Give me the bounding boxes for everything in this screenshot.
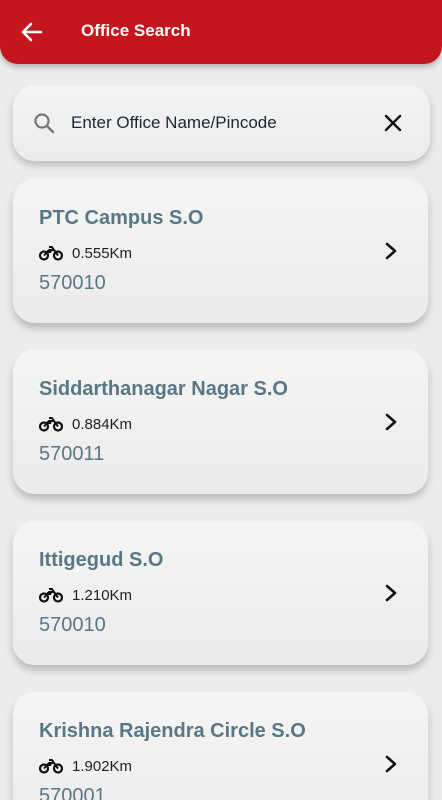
- distance-row: 0.555Km: [39, 243, 132, 263]
- motorcycle-icon: [39, 759, 63, 774]
- office-card[interactable]: PTC Campus S.O 0.555Km 570010: [13, 180, 428, 323]
- motorcycle-icon: [39, 588, 63, 603]
- office-name: Ittigegud S.O: [39, 549, 164, 571]
- clear-search-button[interactable]: [381, 111, 405, 135]
- chevron-right-icon: [385, 584, 397, 602]
- distance-row: 1.902Km: [39, 756, 132, 776]
- search-box: [13, 86, 430, 161]
- office-distance: 0.555Km: [72, 244, 133, 262]
- motorcycle-icon: [39, 246, 63, 261]
- distance-row: 0.884Km: [39, 414, 132, 434]
- close-icon: [384, 114, 402, 132]
- office-name: Krishna Rajendra Circle S.O: [39, 720, 306, 742]
- search-input[interactable]: [71, 106, 371, 140]
- chevron-right-icon: [385, 413, 397, 431]
- office-name: PTC Campus S.O: [39, 207, 204, 229]
- page-title: Office Search: [81, 21, 191, 40]
- app-bar: Office Search: [0, 0, 442, 64]
- distance-row: 1.210Km: [39, 585, 132, 605]
- office-pincode: 570011: [39, 443, 105, 465]
- office-distance: 1.210Km: [72, 586, 133, 604]
- office-pincode: 570010: [39, 272, 106, 294]
- chevron-right-icon: [385, 242, 397, 260]
- office-card[interactable]: Krishna Rajendra Circle S.O 1.902Km 5700…: [13, 693, 428, 800]
- back-button[interactable]: [18, 18, 46, 46]
- office-distance: 1.902Km: [72, 757, 133, 775]
- office-pincode: 570001: [39, 785, 106, 800]
- arrow-left-icon: [21, 22, 43, 42]
- office-name: Siddarthanagar Nagar S.O: [39, 378, 288, 400]
- office-card[interactable]: Ittigegud S.O 1.210Km 570010: [13, 522, 428, 665]
- chevron-right-icon: [385, 755, 397, 773]
- office-card[interactable]: Siddarthanagar Nagar S.O 0.884Km 570011: [13, 351, 428, 494]
- motorcycle-icon: [39, 417, 63, 432]
- office-pincode: 570010: [39, 614, 106, 636]
- search-icon: [34, 113, 55, 134]
- office-distance: 0.884Km: [72, 415, 133, 433]
